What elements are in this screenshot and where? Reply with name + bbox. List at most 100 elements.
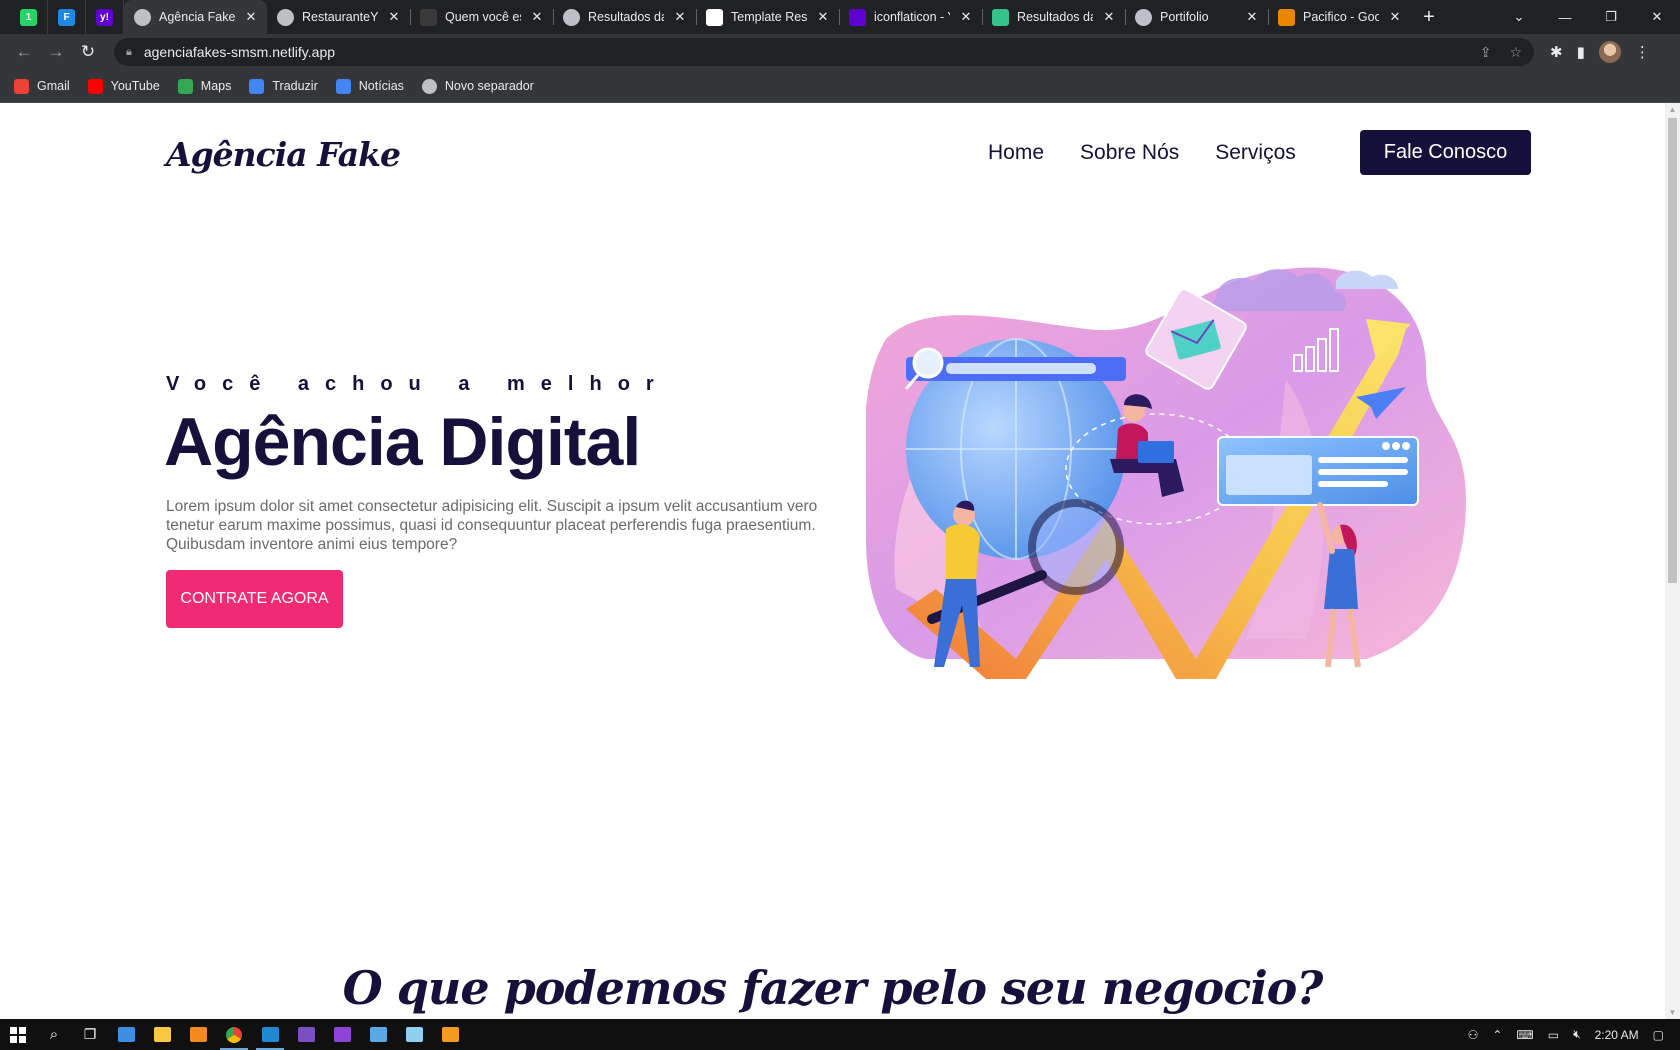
browser-tab[interactable]: Pacifico - Goo ✕: [1268, 0, 1411, 34]
people-icon[interactable]: ⚇: [1468, 1028, 1479, 1042]
omnibox[interactable]: 🔒︎ agenciafakes-smsm.netlify.app ⇪ ☆: [114, 38, 1534, 66]
globe-icon: [421, 78, 437, 94]
address-bar-row: ← → ↻ 🔒︎ agenciafakes-smsm.netlify.app ⇪…: [0, 34, 1680, 70]
browser-tab[interactable]: RestauranteYu ✕: [267, 0, 410, 34]
volume-muted-icon[interactable]: 🔇︎: [1573, 1027, 1581, 1042]
profile-avatar[interactable]: [1598, 41, 1621, 63]
taskbar-app[interactable]: [432, 1019, 468, 1050]
reload-button[interactable]: ↻: [72, 36, 104, 68]
youtube-icon: [87, 78, 103, 94]
taskbar-app[interactable]: [288, 1019, 324, 1050]
nav-link-servicos[interactable]: Serviços: [1215, 141, 1296, 165]
pinned-tab[interactable]: 1: [10, 0, 48, 34]
scrollbar-thumb[interactable]: [1668, 118, 1677, 583]
taskbar-app[interactable]: [252, 1019, 288, 1050]
hire-now-button[interactable]: CONTRATE AGORA: [166, 570, 343, 628]
hero-kicker: Você achou a melhor: [166, 373, 670, 395]
bookmark-star-icon[interactable]: ☆: [1509, 44, 1522, 61]
bookmarks-bar: Gmail YouTube Maps Traduzir Notícias Novo sep…: [0, 70, 1680, 103]
browser-tab[interactable]: Resultados da ✕: [553, 0, 696, 34]
tab-title: Portifolio: [1160, 10, 1209, 24]
minimize-button[interactable]: —: [1542, 10, 1588, 25]
browser-tab[interactable]: Portifolio ✕: [1125, 0, 1268, 34]
widgets-button[interactable]: [108, 1019, 144, 1050]
bookmark-item[interactable]: Novo separador: [421, 78, 534, 94]
tab-title: Resultados da: [588, 10, 664, 24]
taskbar-app[interactable]: [180, 1019, 216, 1050]
close-tab-icon[interactable]: ✕: [815, 9, 831, 25]
globe-icon: [1135, 8, 1152, 26]
bookmark-item[interactable]: Notícias: [335, 78, 404, 94]
pinned-tab[interactable]: y!: [86, 0, 124, 34]
contact-button[interactable]: Fale Conosco: [1360, 130, 1531, 175]
lock-icon[interactable]: 🔒︎: [126, 46, 132, 59]
tab-title: Quem você est: [445, 10, 521, 24]
share-icon[interactable]: ⇪: [1480, 44, 1492, 61]
input-method-icon[interactable]: ⌨: [1516, 1028, 1533, 1042]
scroll-down-arrow[interactable]: ▼: [1665, 1008, 1680, 1017]
bookmark-label: YouTube: [110, 79, 160, 93]
nav-link-sobre-nos[interactable]: Sobre Nós: [1080, 141, 1179, 165]
notifications-icon[interactable]: ▢: [1653, 1028, 1664, 1042]
github-desktop-icon: [333, 1027, 351, 1042]
globe-icon: [134, 8, 151, 26]
scroll-up-arrow[interactable]: ▲: [1665, 105, 1680, 114]
close-tab-icon[interactable]: ✕: [958, 9, 974, 25]
close-tab-icon[interactable]: ✕: [529, 9, 545, 25]
taskbar-app[interactable]: [216, 1019, 252, 1050]
web-page: Agência Fake Home Sobre Nós Serviços Fal…: [0, 103, 1665, 1019]
close-tab-icon[interactable]: ✕: [243, 9, 259, 25]
tab-search-icon[interactable]: ⌄: [1496, 9, 1542, 25]
vlc-icon: [189, 1027, 207, 1042]
browser-tab[interactable]: Template Resta ✕: [696, 0, 839, 34]
search-button[interactable]: ⌕: [36, 1019, 72, 1050]
visual-studio-icon: [297, 1027, 315, 1042]
page-scrollbar[interactable]: ▲ ▼: [1665, 103, 1680, 1019]
new-tab-button[interactable]: +: [1411, 0, 1447, 34]
hero-description: Lorem ipsum dolor sit amet consectetur a…: [166, 498, 818, 553]
bookmark-item[interactable]: YouTube: [87, 78, 160, 94]
back-button[interactable]: ←: [8, 36, 40, 68]
pinned-tab[interactable]: F: [48, 0, 86, 34]
close-window-button[interactable]: ✕: [1634, 9, 1680, 25]
browser-tab[interactable]: Quem você est ✕: [410, 0, 553, 34]
close-tab-icon[interactable]: ✕: [1101, 9, 1117, 25]
nav-link-home[interactable]: Home: [988, 141, 1044, 165]
chrome-menu-icon[interactable]: ⋮: [1635, 43, 1650, 61]
side-panel-icon[interactable]: ▮: [1577, 43, 1585, 61]
close-tab-icon[interactable]: ✕: [1387, 9, 1403, 25]
task-view-icon: ❐: [83, 1026, 97, 1042]
bookmark-item[interactable]: Gmail: [14, 78, 70, 94]
task-view-button[interactable]: ❐: [72, 1019, 108, 1050]
network-icon[interactable]: ▭: [1548, 1028, 1559, 1042]
chrome-icon: [226, 1026, 242, 1043]
globe-icon: [563, 8, 580, 26]
bookmark-item[interactable]: Traduzir: [249, 78, 318, 94]
taskbar-app[interactable]: [144, 1019, 180, 1050]
browser-tab[interactable]: Agência Fake ✕: [124, 0, 267, 34]
close-tab-icon[interactable]: ✕: [672, 9, 688, 25]
taskbar-app[interactable]: [324, 1019, 360, 1050]
close-tab-icon[interactable]: ✕: [1244, 9, 1260, 25]
bookmark-label: Maps: [200, 79, 232, 93]
browser-tab[interactable]: iconflaticon - Y ✕: [839, 0, 982, 34]
wix-icon: [706, 8, 723, 26]
site-logo[interactable]: Agência Fake: [166, 135, 401, 174]
taskbar-app[interactable]: [360, 1019, 396, 1050]
news-icon: [335, 78, 351, 94]
url-text[interactable]: agenciafakes-smsm.netlify.app: [144, 44, 335, 60]
close-tab-icon[interactable]: ✕: [386, 9, 402, 25]
forward-button[interactable]: →: [40, 36, 72, 68]
taskbar-app[interactable]: [396, 1019, 432, 1050]
browser-tab[interactable]: Resultados da ✕: [982, 0, 1125, 34]
search-icon: ⌕: [49, 1026, 59, 1043]
restore-button[interactable]: ❐: [1588, 9, 1634, 25]
show-hidden-icons-icon[interactable]: ⌃: [1492, 1028, 1502, 1042]
clock[interactable]: 2:20 AM: [1595, 1028, 1639, 1042]
whatsapp-icon: 1: [20, 8, 37, 26]
start-button[interactable]: [0, 1019, 36, 1050]
flaticon-app-icon: F: [58, 8, 75, 26]
extensions-icon[interactable]: ✱: [1550, 43, 1563, 61]
bookmark-label: Notícias: [358, 79, 404, 93]
bookmark-item[interactable]: Maps: [177, 78, 232, 94]
